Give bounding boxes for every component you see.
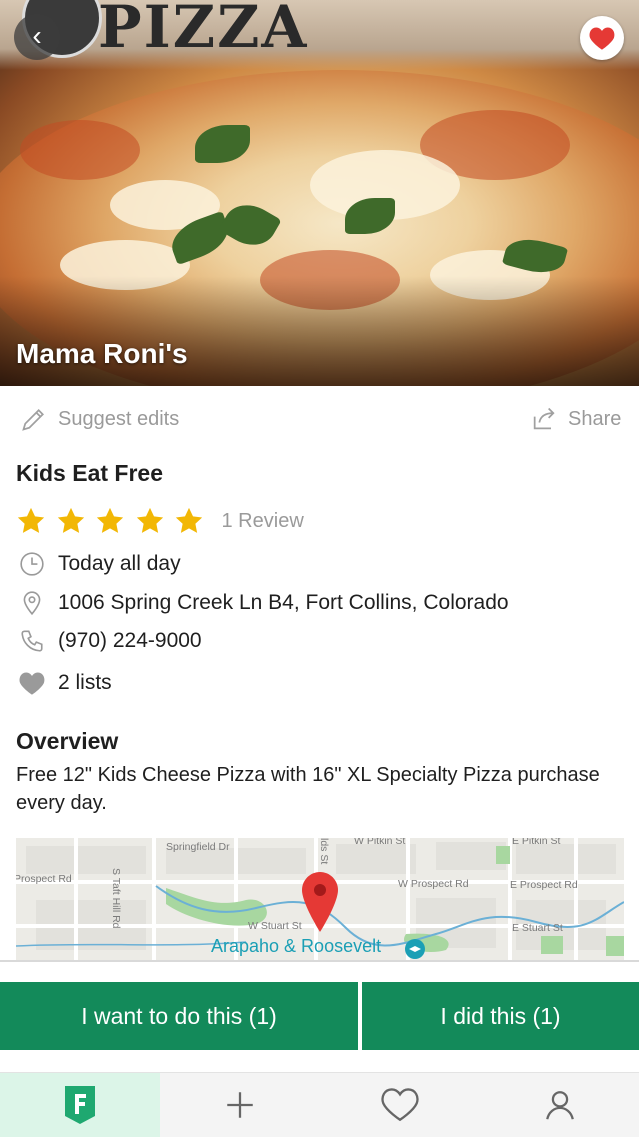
star-icon: [96, 507, 124, 533]
heart-outline-icon: [381, 1088, 419, 1122]
map-label: W Prospect Rd: [398, 878, 469, 890]
map-label: E Pitkin St: [512, 838, 561, 847]
phone-icon: [18, 627, 46, 655]
tab-home[interactable]: [0, 1073, 160, 1137]
school-icon: [405, 939, 425, 959]
overview-heading: Overview: [16, 728, 119, 754]
did-this-button[interactable]: I did this (1): [362, 982, 639, 1050]
heart-icon: [18, 669, 46, 697]
app-logo-icon: [65, 1086, 95, 1124]
star-icon: [17, 507, 45, 533]
back-button[interactable]: ‹: [14, 14, 60, 60]
map-poi-label: Arapaho & Roosevelt: [211, 936, 382, 956]
suggest-edits-label: Suggest edits: [58, 407, 180, 430]
hero-image: PIZZA ‹ Mama Roni's: [0, 0, 639, 386]
plus-icon: [227, 1092, 253, 1118]
restaurant-name: Mama Roni's: [16, 338, 188, 369]
lists-text: 2 lists: [58, 671, 112, 694]
address-text: 1006 Spring Creek Ln B4, Fort Collins, C…: [58, 591, 509, 614]
map-label: E Stuart St: [512, 922, 563, 934]
share-button[interactable]: Share: [530, 404, 621, 434]
map-label: S Taft Hill Rd: [110, 868, 122, 929]
favorite-button[interactable]: [580, 16, 624, 60]
pencil-icon: [22, 409, 44, 431]
location-map[interactable]: Springfield Dr W Pitkin St E Pitkin St P…: [16, 838, 624, 960]
map-label: W Pitkin St: [354, 838, 406, 847]
bottom-tab-bar: [0, 1072, 639, 1137]
star-rating: 1 Review: [16, 506, 304, 536]
divider: [0, 960, 639, 962]
want-to-do-button[interactable]: I want to do this (1): [0, 982, 358, 1050]
user-icon: [546, 1091, 574, 1120]
heart-icon: [589, 27, 615, 50]
phone-row[interactable]: (970) 224-9000: [18, 627, 202, 655]
deal-title: Kids Eat Free: [16, 460, 163, 486]
map-label: W Stuart St: [248, 920, 302, 932]
share-label: Share: [568, 407, 622, 430]
location-pin-icon: [18, 589, 46, 617]
map-label: Prospect Rd: [16, 873, 72, 885]
star-icon: [136, 507, 163, 533]
map-label: lds St: [318, 838, 330, 865]
address-row[interactable]: 1006 Spring Creek Ln B4, Fort Collins, C…: [18, 589, 509, 617]
hours-text: Today all day: [58, 552, 181, 575]
hours-row: Today all day: [18, 550, 181, 578]
tab-favorites[interactable]: [320, 1073, 480, 1137]
restaurant-logo: PIZZA: [98, 0, 309, 61]
tab-profile[interactable]: [480, 1073, 639, 1137]
chevron-left-icon: ‹: [32, 20, 42, 51]
tab-add[interactable]: [160, 1073, 320, 1137]
phone-text: (970) 224-9000: [58, 629, 202, 652]
review-count-link[interactable]: 1 Review: [222, 510, 304, 533]
share-icon: [533, 407, 555, 430]
map-label: Springfield Dr: [166, 841, 230, 853]
map-pin-icon: [302, 872, 338, 932]
suggest-edits-button[interactable]: Suggest edits: [20, 404, 179, 434]
map-label: E Prospect Rd: [510, 879, 578, 891]
star-icon: [57, 507, 84, 533]
overview-text: Free 12" Kids Cheese Pizza with 16" XL S…: [16, 764, 600, 814]
star-icon: [175, 507, 203, 533]
lists-row[interactable]: 2 lists: [18, 669, 112, 697]
clock-icon: [18, 550, 46, 578]
